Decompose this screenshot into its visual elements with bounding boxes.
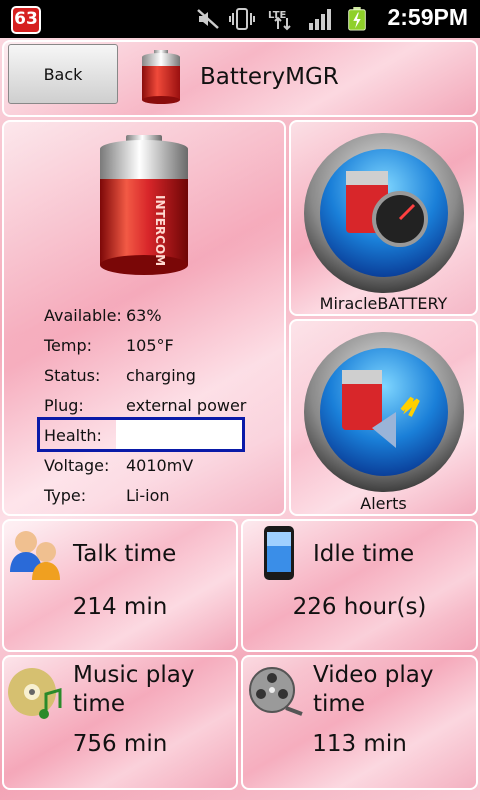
mute-icon — [197, 9, 219, 29]
music-title-line1: Music play — [73, 662, 195, 688]
miracle-battery-label: MiracleBATTERY — [319, 294, 448, 313]
music-disc-icon — [8, 668, 62, 719]
svg-text:INTERCOM: INTERCOM — [153, 195, 167, 266]
info-label: Status: — [44, 366, 101, 385]
info-label: Available: — [44, 306, 122, 325]
idle-time-value: 226 hour(s) — [292, 594, 427, 620]
info-value: external power — [126, 396, 247, 415]
lte-data-icon: LTE — [268, 10, 291, 31]
music-play-time-value: 756 min — [72, 731, 168, 757]
talk-time-value: 214 min — [72, 594, 168, 620]
info-label: Temp: — [44, 336, 93, 355]
music-play-time-title: Music play time — [73, 661, 194, 719]
alerts-label: Alerts — [360, 494, 407, 513]
clock: 2:59PM — [387, 4, 468, 30]
video-title-line2: time — [313, 691, 365, 717]
battery-image: INTERCOM — [100, 135, 188, 275]
status-bar: 63 LTE 2:59PM — [0, 0, 480, 38]
info-value: charging — [126, 366, 196, 385]
back-button[interactable]: Back — [8, 44, 118, 104]
alerts-button[interactable] — [302, 330, 466, 494]
video-play-time-title: Video play time — [313, 661, 433, 719]
app-title: BatteryMGR — [200, 64, 339, 90]
info-label: Type: — [44, 486, 87, 505]
info-value: 4010mV — [126, 456, 194, 475]
battery-app-icon — [142, 50, 180, 104]
music-title-line2: time — [73, 691, 125, 717]
signal-icon — [309, 9, 331, 30]
info-label: Voltage: — [44, 456, 110, 475]
vibrate-icon — [229, 8, 255, 30]
talk-time-title: Talk time — [73, 541, 177, 567]
film-reel-icon — [249, 667, 303, 716]
info-value: 63% — [126, 306, 162, 325]
info-label: Plug: — [44, 396, 84, 415]
video-play-time-value: 113 min — [312, 731, 407, 757]
battery-charging-icon — [348, 7, 366, 31]
miracle-battery-button[interactable] — [302, 131, 466, 295]
video-title-line1: Video play — [313, 662, 434, 688]
contacts-icon — [10, 531, 60, 580]
info-value: Li-ion — [126, 486, 170, 505]
phone-icon — [264, 526, 294, 580]
info-label: Health: — [44, 426, 102, 445]
idle-time-title: Idle time — [313, 541, 415, 567]
notification-count-badge[interactable]: 63 — [11, 6, 41, 34]
info-value: 105°F — [126, 336, 174, 355]
